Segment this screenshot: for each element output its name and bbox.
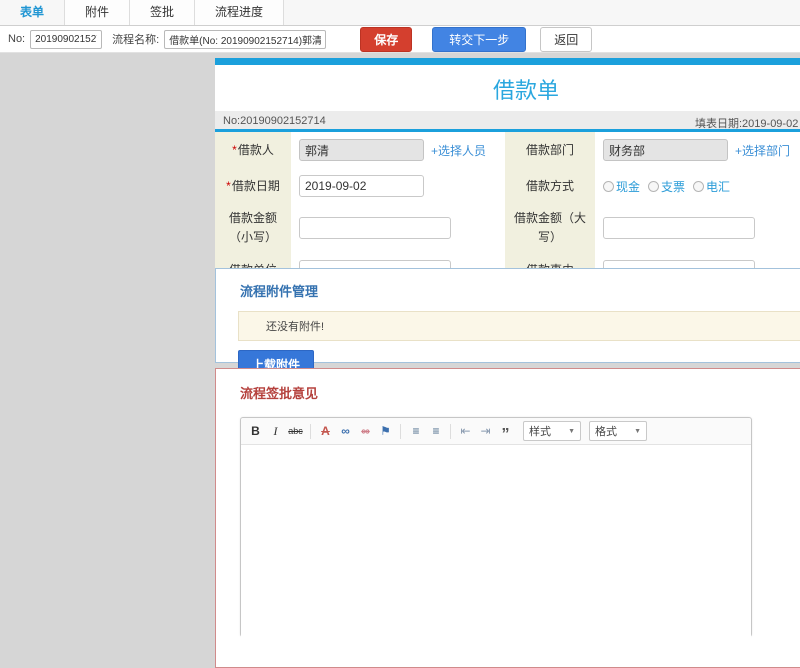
tab-progress[interactable]: 流程进度: [195, 0, 285, 25]
chevron-down-icon: ▼: [634, 427, 641, 435]
amount-lower-input[interactable]: [299, 217, 451, 239]
department-label: 借款部门: [505, 132, 595, 168]
radio-icon[interactable]: [693, 180, 705, 192]
attachments-heading: 流程附件管理: [240, 284, 319, 299]
toolbar-divider: [310, 423, 311, 439]
blockquote-icon[interactable]: ”: [496, 422, 515, 442]
radio-icon[interactable]: [648, 180, 660, 192]
loan-method-label: 借款方式: [505, 168, 595, 204]
chevron-down-icon: ▼: [568, 427, 575, 435]
required-mark: *: [226, 178, 231, 193]
style-combo[interactable]: 样式 ▼: [523, 421, 581, 441]
required-mark: *: [232, 142, 237, 157]
borrower-label: *借款人: [215, 132, 291, 168]
radio-wire[interactable]: 电汇: [693, 178, 730, 195]
loan-form-card: 借款单 No:20190902152714 填表日期:2019-09-02 15…: [215, 58, 800, 293]
save-button[interactable]: 保存: [360, 26, 413, 52]
strikethrough-icon[interactable]: abc: [286, 422, 305, 441]
anchor-flag-icon[interactable]: ⚑: [376, 422, 395, 441]
editor-toolbar: B I abc A ∞ ∞ ⚑ ≡ ≡ ⇤ ⇥ ” 样式 ▼ 格式 ▼: [241, 418, 751, 445]
tab-bar: 表单 附件 签批 流程进度: [0, 0, 800, 26]
toolbar-divider: [400, 423, 401, 439]
approval-heading: 流程签批意见: [240, 386, 319, 401]
loan-date-input[interactable]: [299, 175, 424, 197]
outdent-icon[interactable]: ⇤: [456, 422, 475, 441]
amount-lower-label: 借款金额（小写）: [215, 204, 291, 252]
ordered-list-icon[interactable]: ≡: [406, 422, 425, 441]
format-combo[interactable]: 格式 ▼: [589, 421, 647, 441]
rich-text-editor: B I abc A ∞ ∞ ⚑ ≡ ≡ ⇤ ⇥ ” 样式 ▼ 格式 ▼: [240, 417, 752, 663]
no-input[interactable]: [30, 29, 103, 49]
form-meta-row: No:20190902152714 填表日期:2019-09-02 15:27:…: [215, 111, 800, 132]
form-number: No:20190902152714: [223, 115, 326, 127]
tab-attachments[interactable]: 附件: [65, 0, 131, 25]
unlink-icon[interactable]: ∞: [356, 422, 375, 441]
remove-format-icon[interactable]: A: [316, 422, 335, 441]
loan-form-grid: *借款人 +选择人员 借款部门 +选择部门 *借款日期 借款方式: [215, 132, 800, 289]
control-bar: No: 流程名称: 保存 转交下一步 返回: [0, 26, 800, 53]
page-background: 借款单 No:20190902152714 填表日期:2019-09-02 15…: [0, 53, 800, 668]
flow-name-label: 流程名称:: [112, 34, 160, 46]
no-label: No:: [8, 33, 26, 45]
amount-upper-label: 借款金额（大写）: [505, 204, 595, 252]
radio-cash[interactable]: 现金: [603, 178, 640, 195]
indent-icon[interactable]: ⇥: [476, 422, 495, 441]
loan-date-label: *借款日期: [215, 168, 291, 204]
bullet-list-icon[interactable]: ≡: [426, 422, 445, 441]
next-step-button[interactable]: 转交下一步: [432, 26, 527, 52]
link-icon[interactable]: ∞: [336, 422, 355, 441]
italic-icon[interactable]: I: [266, 422, 285, 441]
form-fill-date: 填表日期:2019-09-02 15:27:1: [695, 118, 800, 130]
amount-upper-input[interactable]: [603, 217, 755, 239]
department-input[interactable]: [603, 139, 728, 161]
bold-icon[interactable]: B: [246, 422, 265, 441]
attachments-card: 流程附件管理 还没有附件! 上载附件: [215, 268, 800, 379]
select-person-link[interactable]: +选择人员: [431, 142, 486, 159]
borrower-input[interactable]: [299, 139, 424, 161]
radio-cheque[interactable]: 支票: [648, 178, 685, 195]
tab-approval[interactable]: 签批: [130, 0, 196, 25]
flow-name-input[interactable]: [164, 29, 327, 49]
back-button[interactable]: 返回: [540, 26, 593, 52]
page-title: 借款单: [492, 78, 559, 103]
editor-content-area[interactable]: [241, 445, 751, 663]
radio-icon[interactable]: [603, 180, 614, 192]
toolbar-divider: [450, 423, 451, 439]
select-department-link[interactable]: +选择部门: [735, 142, 790, 159]
no-attachments-notice: 还没有附件!: [238, 311, 800, 341]
approval-card: 流程签批意见 B I abc A ∞ ∞ ⚑ ≡ ≡ ⇤ ⇥ ” 样式 ▼ 格式…: [215, 368, 800, 668]
tab-form[interactable]: 表单: [0, 0, 66, 25]
loan-method-radio-group: 现金 支票 电汇: [603, 178, 738, 195]
